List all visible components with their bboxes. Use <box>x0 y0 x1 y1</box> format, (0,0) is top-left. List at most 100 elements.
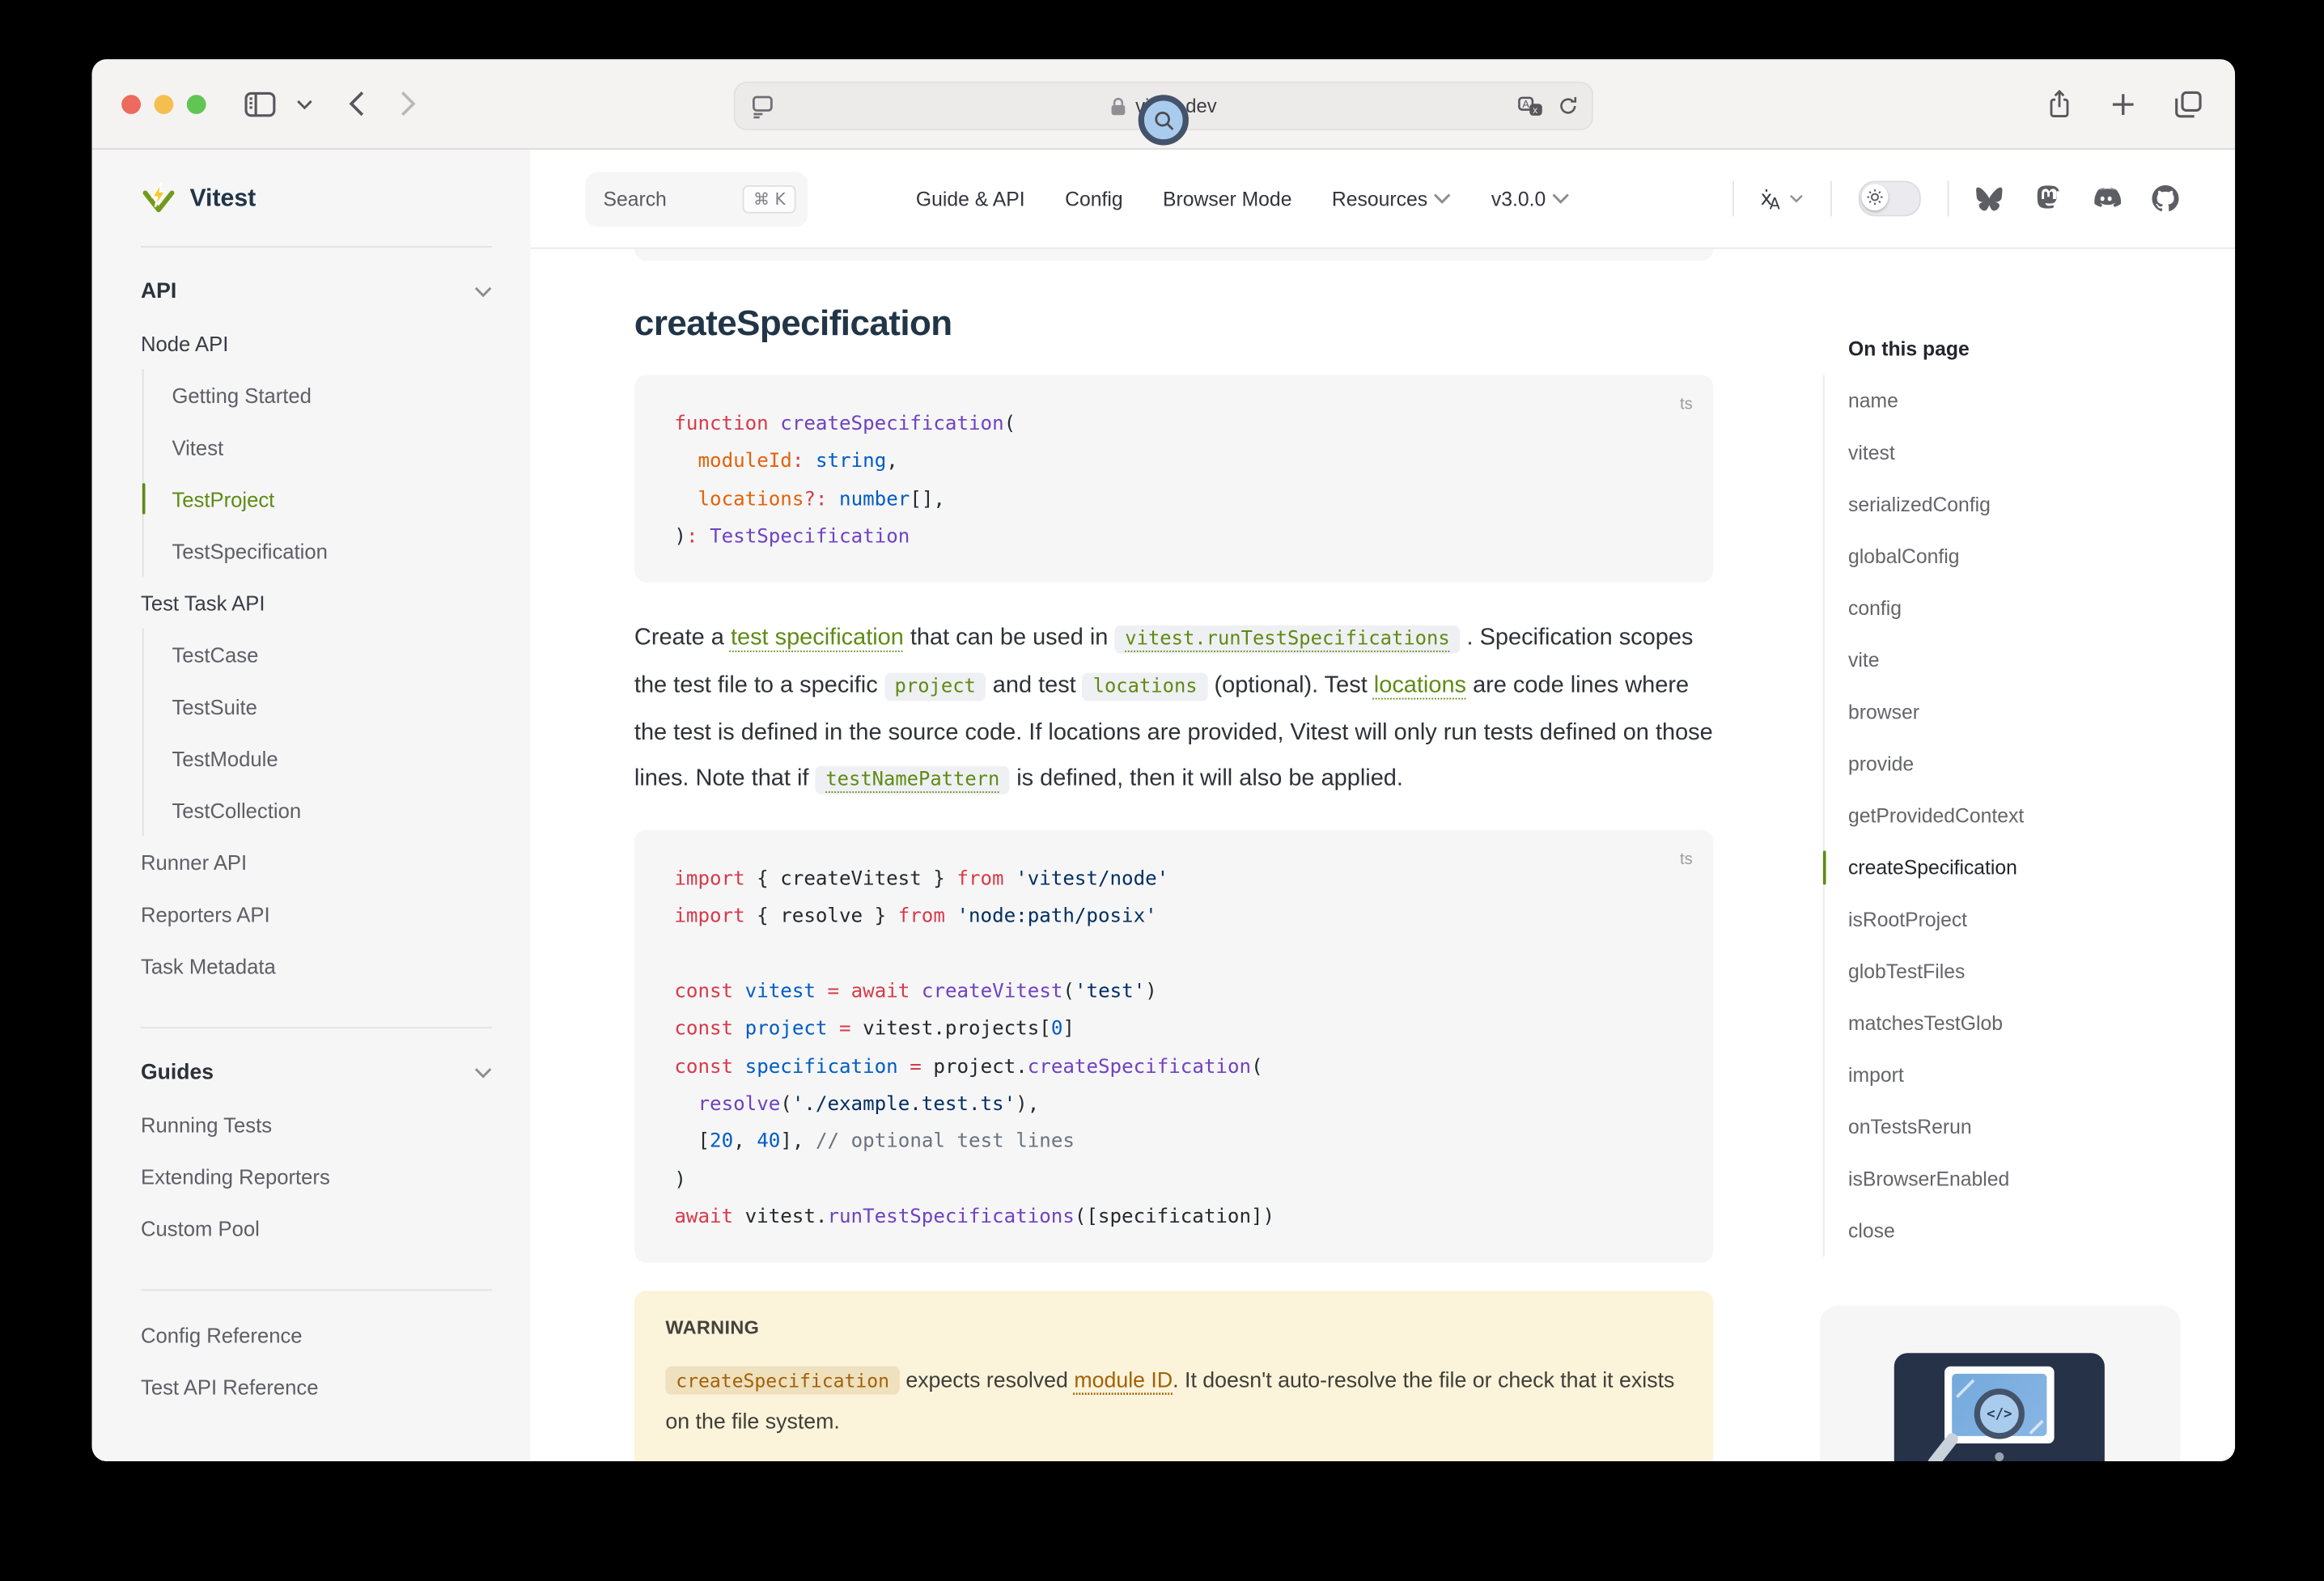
share-icon[interactable] <box>2046 89 2072 119</box>
vitest-logo-icon <box>141 180 176 216</box>
outline-getprovidedcontext[interactable]: getProvidedContext <box>1848 790 2208 841</box>
sidebar-item-extending-reporters[interactable]: Extending Reporters <box>141 1150 492 1202</box>
back-button[interactable] <box>348 91 364 117</box>
code-lines: function createSpecification( moduleId: … <box>674 406 1673 556</box>
code-link-testnamepattern[interactable]: testNamePattern <box>815 766 1010 795</box>
theme-toggle[interactable] <box>1859 180 1921 216</box>
sidebar-item-reporters-api[interactable]: Reporters API <box>141 888 492 939</box>
link-locations[interactable]: locations <box>1374 673 1466 698</box>
sidebar-item-task-metadata[interactable]: Task Metadata <box>141 939 492 991</box>
code-token: import <box>674 869 744 891</box>
sidebar-item-testproject[interactable]: TestProject <box>172 473 492 524</box>
forward-button[interactable] <box>401 91 417 117</box>
discord-icon[interactable] <box>2091 187 2121 210</box>
outline-provide[interactable]: provide <box>1848 738 2208 790</box>
link-module-id[interactable]: module ID <box>1074 1370 1173 1393</box>
mastodon-icon[interactable] <box>2035 185 2060 212</box>
window-controls <box>121 94 206 113</box>
code-token <box>733 1056 745 1078</box>
outline-close[interactable]: close <box>1848 1205 2208 1257</box>
outline-matchestestglob[interactable]: matchesTestGlob <box>1848 998 2208 1049</box>
code-token: './example.test.ts' <box>792 1094 1016 1116</box>
code-token: 0 <box>1051 1019 1063 1041</box>
code-lines: import { createVitest } from 'vitest/nod… <box>674 862 1673 1236</box>
sidebar-divider <box>141 246 492 248</box>
code-link-vitest-runtestspecifications[interactable]: vitest.runTestSpecifications <box>1114 625 1460 654</box>
header-divider <box>1732 180 1734 216</box>
sidebar-item-testcollection[interactable]: TestCollection <box>172 784 492 836</box>
language-menu[interactable]: ẋA <box>1761 187 1804 210</box>
code-block-example[interactable]: ts import { createVitest } from 'vitest/… <box>634 830 1713 1263</box>
code-token: resolve <box>698 1094 780 1116</box>
sidebar-item-config-reference[interactable]: Config Reference <box>141 1308 492 1360</box>
previous-codeblock-sliver <box>634 249 1713 261</box>
code-token: specification <box>745 1056 898 1078</box>
inline-code: project <box>884 673 986 701</box>
nav-browser-mode[interactable]: Browser Mode <box>1163 188 1291 210</box>
sidebar-item-getting-started[interactable]: Getting Started <box>172 369 492 421</box>
code-token: ( <box>1062 981 1075 1003</box>
code-token: createVitest <box>922 981 1063 1003</box>
outline-ontestsrerun[interactable]: onTestsRerun <box>1848 1101 2208 1153</box>
code-token: : <box>792 451 804 473</box>
bluesky-icon[interactable] <box>1976 186 2004 211</box>
outline-name[interactable]: name <box>1848 375 2208 426</box>
nav-resources[interactable]: Resources <box>1332 188 1452 210</box>
code-token: const <box>674 981 733 1003</box>
outline-panel: On this page namevitestserializedConfigg… <box>1823 338 2208 1257</box>
outline-config[interactable]: config <box>1848 583 2208 634</box>
tab-overview-icon[interactable] <box>2174 90 2203 118</box>
link-test-specification[interactable]: test specification <box>731 625 904 651</box>
outline-serializedconfig[interactable]: serializedConfig <box>1848 479 2208 531</box>
outline-browser[interactable]: browser <box>1848 686 2208 738</box>
sidebar-item-runner-api[interactable]: Runner API <box>141 836 492 888</box>
sidebar-toggle-icon[interactable] <box>244 91 275 117</box>
sidebar-chevron-icon[interactable] <box>296 99 312 109</box>
sidebar-item-custom-pool[interactable]: Custom Pool <box>141 1202 492 1253</box>
sidebar-item-vitest[interactable]: Vitest <box>172 421 492 473</box>
outline-isbrowserenabled[interactable]: isBrowserEnabled <box>1848 1153 2208 1205</box>
nav-config[interactable]: Config <box>1065 188 1122 210</box>
code-token: : <box>686 526 698 548</box>
reload-icon[interactable] <box>1558 95 1579 117</box>
search-input[interactable]: Search ⌘ K <box>585 172 808 227</box>
outline-import[interactable]: import <box>1848 1049 2208 1101</box>
sidebar-item-test-api-reference[interactable]: Test API Reference <box>141 1360 492 1412</box>
sidebar-item-testcase[interactable]: TestCase <box>172 629 492 680</box>
code-line: [20, 40], // optional test lines <box>674 1124 1673 1161</box>
social-links <box>1976 185 2179 212</box>
code-token: from <box>956 869 1003 891</box>
translate-page-icon[interactable]: Ax <box>1518 95 1543 117</box>
nav-v3-0-0[interactable]: v3.0.0 <box>1491 188 1570 210</box>
github-icon[interactable] <box>2152 185 2178 212</box>
code-token: import <box>674 906 744 928</box>
sidebar-item-testmodule[interactable]: TestModule <box>172 732 492 784</box>
language-icon: ẋA <box>1761 187 1783 210</box>
ad-card[interactable]: </> <box>1820 1306 2180 1461</box>
zoom-button[interactable] <box>187 94 206 113</box>
header-divider <box>1948 180 1949 216</box>
outline-vite[interactable]: vite <box>1848 634 2208 686</box>
sidebar-item-running-tests[interactable]: Running Tests <box>141 1098 492 1150</box>
sidebar-item-testspecification[interactable]: TestSpecification <box>172 524 492 576</box>
new-tab-icon[interactable] <box>2110 91 2135 117</box>
minimize-button[interactable] <box>154 94 173 113</box>
chevron-down-icon <box>474 286 492 298</box>
header-nav: Guide & API Config Browser Mode Resources v3… <box>916 188 1570 210</box>
nav-guide-api[interactable]: Guide & API <box>916 188 1025 210</box>
sidebar-section-guides[interactable]: Guides <box>141 1046 492 1098</box>
close-button[interactable] <box>121 94 141 113</box>
sidebar-nested-group: Getting StartedVitestTestProjectTestSpec… <box>142 369 492 576</box>
vitest-logo[interactable]: Vitest <box>141 173 492 223</box>
sidebar-section-api[interactable]: API <box>141 265 492 317</box>
code-token: from <box>898 906 945 928</box>
outline-vitest[interactable]: vitest <box>1848 427 2208 479</box>
sidebar-item-testsuite[interactable]: TestSuite <box>172 680 492 732</box>
outline-isrootproject[interactable]: isRootProject <box>1848 893 2208 945</box>
theme-sun-icon <box>1861 184 1888 210</box>
outline-globtestfiles[interactable]: globTestFiles <box>1848 946 2208 998</box>
code-token <box>733 981 745 1003</box>
code-block-signature[interactable]: ts function createSpecification( moduleI… <box>634 375 1713 583</box>
outline-createspecification[interactable]: createSpecification <box>1848 841 2208 893</box>
outline-globalconfig[interactable]: globalConfig <box>1848 531 2208 583</box>
